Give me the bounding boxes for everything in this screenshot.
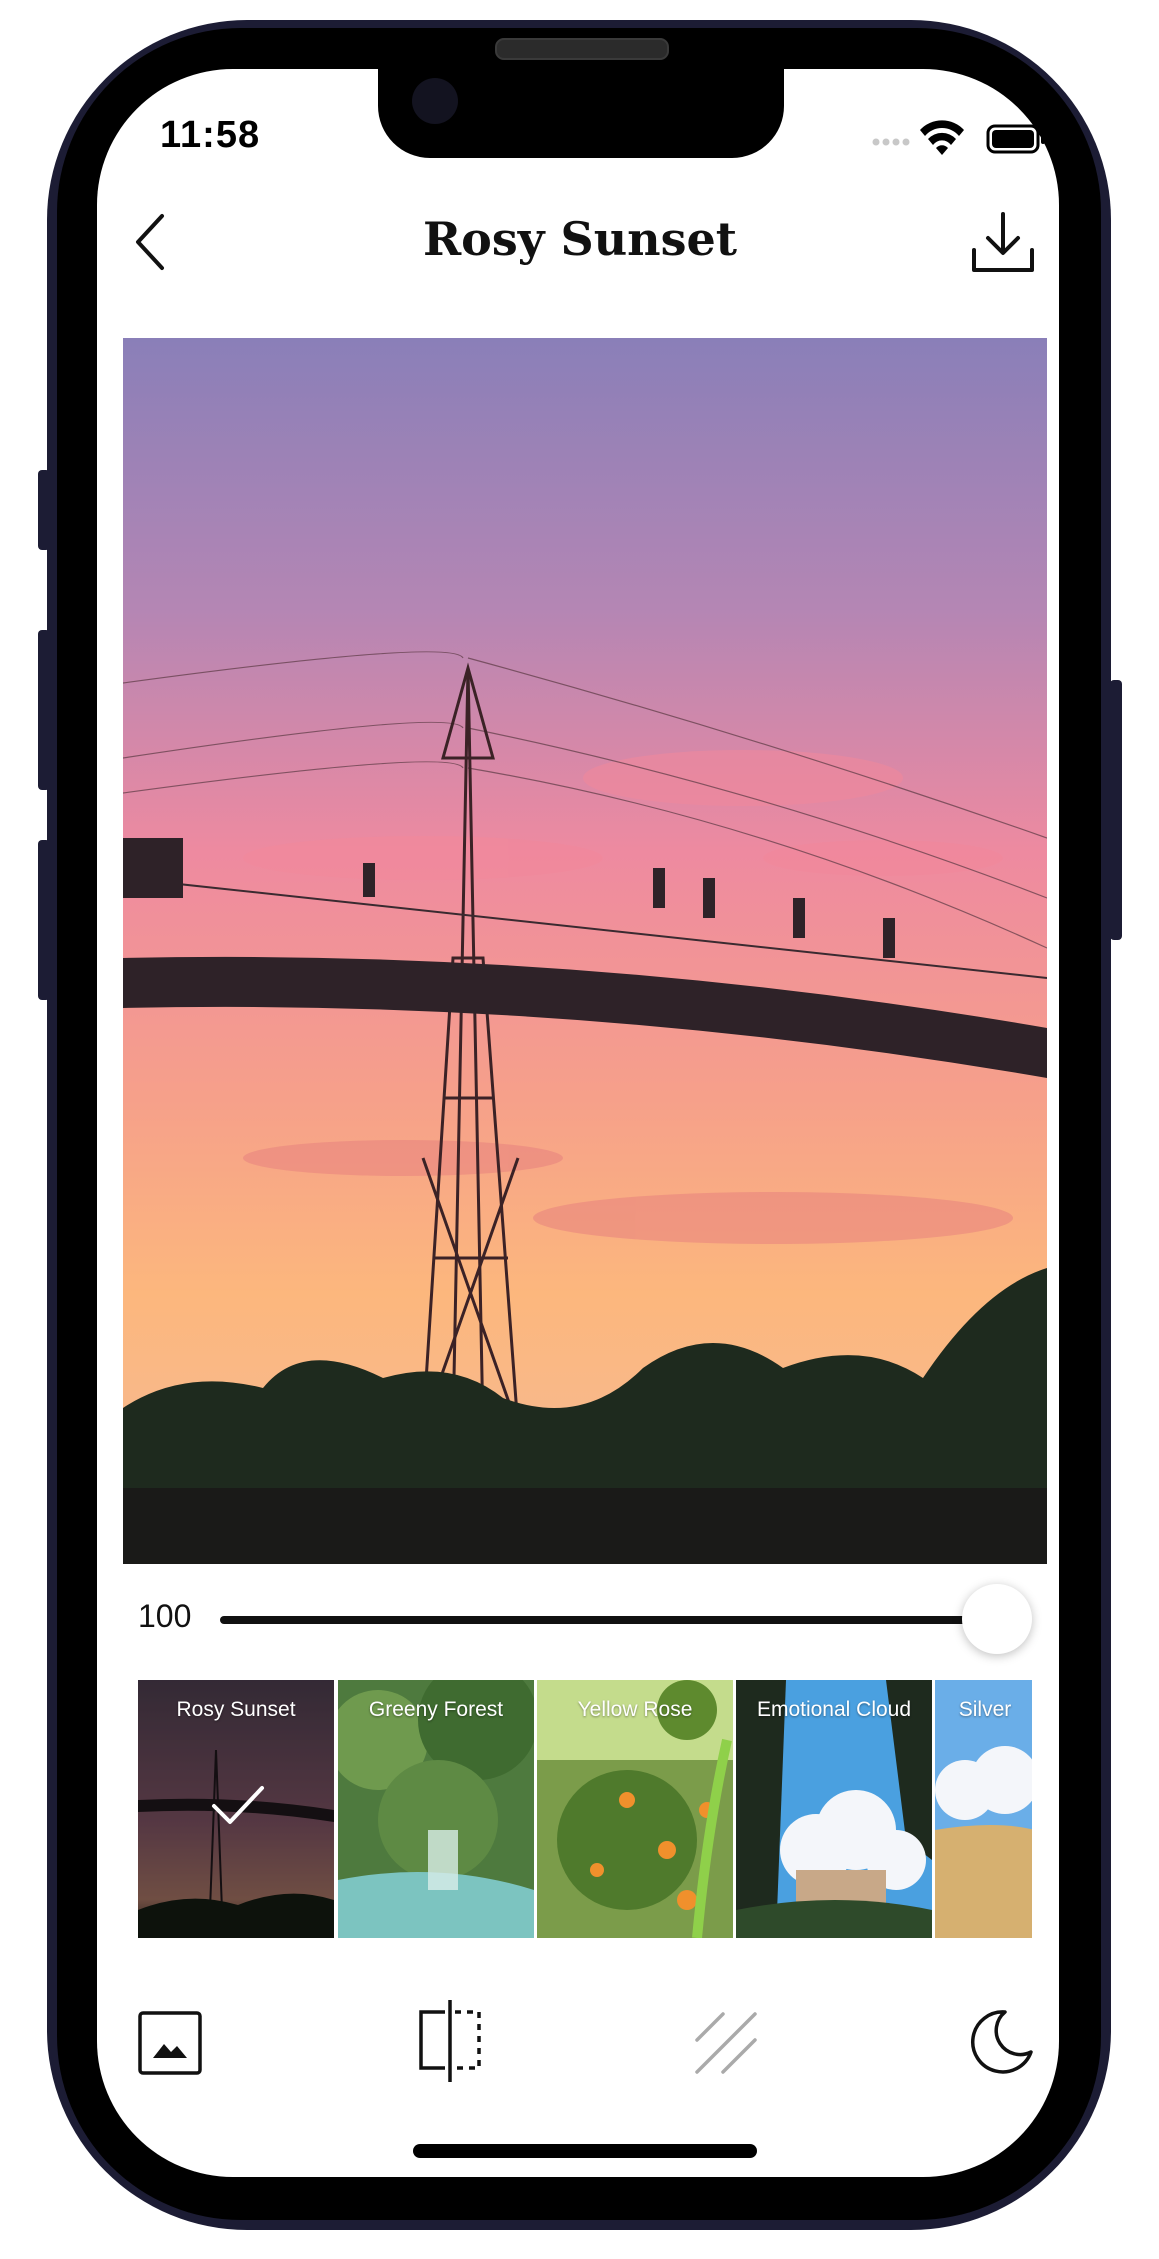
texture-button[interactable] — [693, 2010, 759, 2076]
texture-stripes-icon — [695, 2012, 757, 2074]
filter-yellow-rose[interactable]: Yellow Rose — [537, 1680, 733, 1938]
intensity-slider-track[interactable] — [220, 1616, 1005, 1624]
filter-strip[interactable]: Rosy Sunset Greeny Forest Yellow Rose Em… — [138, 1680, 1032, 1938]
status-time: 11:58 — [160, 114, 261, 156]
filter-greeny-forest[interactable]: Greeny Forest — [338, 1680, 534, 1938]
filter-emotional-cloud[interactable]: Emotional Cloud — [736, 1680, 932, 1938]
main-photo — [123, 338, 1047, 1564]
filter-label: Yellow Rose — [577, 1698, 693, 1721]
front-camera — [412, 78, 458, 124]
filter-label: Rosy Sunset — [176, 1698, 296, 1721]
compare-split-icon — [419, 2000, 481, 2082]
signal-dots-icon — [872, 138, 910, 146]
speaker-grille — [495, 38, 669, 60]
status-icons — [872, 120, 1045, 155]
page-title: Rosy Sunset — [422, 212, 738, 266]
filter-label: Greeny Forest — [368, 1698, 504, 1721]
download-icon — [972, 212, 1034, 272]
download-button[interactable] — [968, 208, 1038, 278]
chevron-left-icon — [136, 214, 164, 270]
home-indicator[interactable] — [413, 2144, 757, 2158]
filter-label: Silver — [958, 1698, 1012, 1721]
power-button — [1110, 680, 1122, 940]
image-icon — [138, 2011, 202, 2075]
mute-switch — [38, 470, 50, 550]
filter-rosy-sunset[interactable]: Rosy Sunset — [138, 1680, 334, 1938]
image-button[interactable] — [137, 2010, 203, 2076]
battery-icon — [986, 124, 1045, 154]
volume-down-button — [38, 840, 50, 1000]
moon-icon — [971, 2010, 1033, 2074]
slider-value: 100 — [138, 1598, 192, 1634]
compare-button[interactable] — [417, 1998, 483, 2084]
night-mode-button[interactable] — [967, 2006, 1037, 2076]
volume-up-button — [38, 630, 50, 790]
back-button[interactable] — [130, 210, 170, 274]
wifi-icon — [920, 120, 964, 155]
filter-label: Emotional Cloud — [756, 1698, 912, 1721]
filter-silver[interactable]: Silver — [935, 1680, 1032, 1938]
intensity-slider-thumb[interactable] — [962, 1584, 1032, 1654]
checkmark-icon — [212, 1786, 264, 1824]
